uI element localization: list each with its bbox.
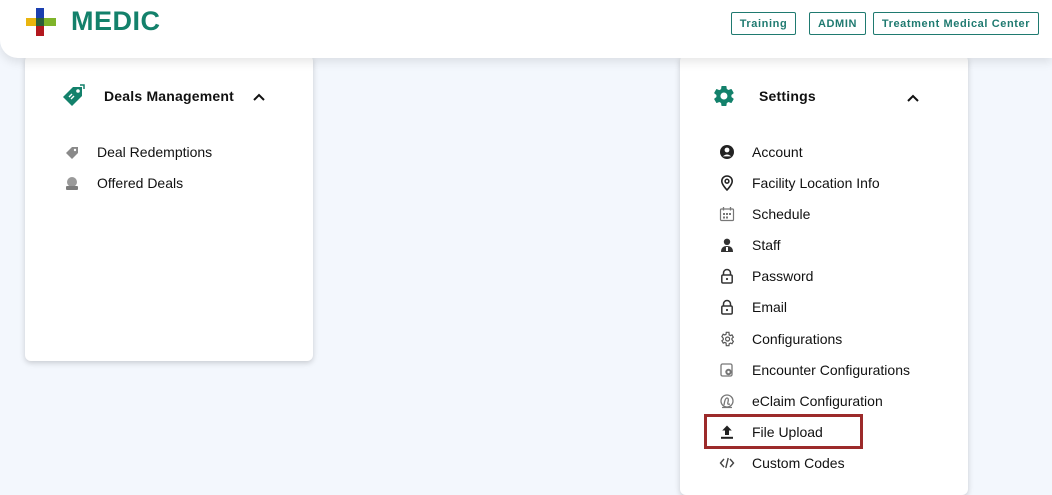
menu-item-label: eClaim Configuration	[752, 393, 883, 409]
settings-title: Settings	[759, 88, 816, 104]
menu-item-label: Facility Location Info	[752, 175, 880, 191]
top-header: MEDIC Training ADMIN Treatment Medical C…	[0, 0, 1052, 58]
menu-item-label: Email	[752, 299, 788, 315]
chevron-up-icon[interactable]	[907, 94, 919, 102]
menu-item-encounter-configurations[interactable]: Encounter Configurations	[719, 362, 910, 378]
location-pin-icon	[719, 175, 735, 191]
menu-item-label: Schedule	[752, 206, 811, 222]
menu-item-configurations[interactable]: Configurations	[719, 331, 842, 347]
chevron-up-icon[interactable]	[253, 93, 265, 101]
menu-item-custom-codes[interactable]: Custom Codes	[719, 455, 845, 471]
upload-icon	[719, 424, 735, 440]
deals-management-card: Deals Management Deal Redemptions Offere…	[25, 55, 313, 361]
gear-icon	[719, 331, 735, 347]
admin-badge[interactable]: ADMIN	[809, 12, 866, 35]
encounter-config-icon	[719, 362, 735, 378]
menu-item-email[interactable]: Email	[719, 299, 787, 315]
menu-item-label: Custom Codes	[752, 455, 845, 471]
menu-item-label: Account	[752, 144, 803, 160]
settings-gear-icon	[712, 84, 736, 108]
menu-item-account[interactable]: Account	[719, 144, 803, 160]
deals-management-title: Deals Management	[104, 88, 235, 104]
lock-icon	[719, 268, 735, 284]
menu-item-eclaim-configuration[interactable]: eClaim Configuration	[719, 393, 883, 409]
menu-item-label: Staff	[752, 237, 781, 253]
settings-card: Settings Account Facility Location Info …	[680, 55, 968, 495]
menu-item-deal-redemptions[interactable]: Deal Redemptions	[64, 144, 212, 160]
menu-item-password[interactable]: Password	[719, 268, 813, 284]
deals-tag-icon	[60, 83, 86, 109]
user-circle-icon	[719, 144, 735, 160]
training-badge[interactable]: Training	[731, 12, 796, 35]
menu-item-schedule[interactable]: Schedule	[719, 206, 810, 222]
menu-item-offered-deals[interactable]: Offered Deals	[64, 175, 183, 191]
menu-item-label: Offered Deals	[97, 175, 184, 191]
menu-item-file-upload[interactable]: File Upload	[719, 424, 823, 440]
menu-item-staff[interactable]: Staff	[719, 237, 781, 253]
stamp-icon	[64, 175, 80, 191]
menu-item-label: Configurations	[752, 331, 843, 347]
menu-item-facility-location-info[interactable]: Facility Location Info	[719, 175, 880, 191]
brand-name: MEDIC	[71, 6, 161, 36]
settings-header[interactable]: Settings	[712, 84, 816, 108]
medic-logo	[26, 8, 56, 38]
lock-icon	[719, 299, 735, 315]
tag-icon	[64, 144, 80, 160]
eclaim-icon	[719, 393, 735, 409]
menu-item-label: File Upload	[752, 424, 823, 440]
menu-item-label: Encounter Configurations	[752, 362, 910, 378]
menu-item-label: Password	[752, 268, 814, 284]
deals-management-header[interactable]: Deals Management	[60, 83, 234, 109]
facility-badge[interactable]: Treatment Medical Center	[873, 12, 1039, 35]
code-icon	[719, 455, 735, 471]
calendar-icon	[719, 206, 735, 222]
staff-icon	[719, 237, 735, 253]
menu-item-label: Deal Redemptions	[97, 144, 213, 160]
